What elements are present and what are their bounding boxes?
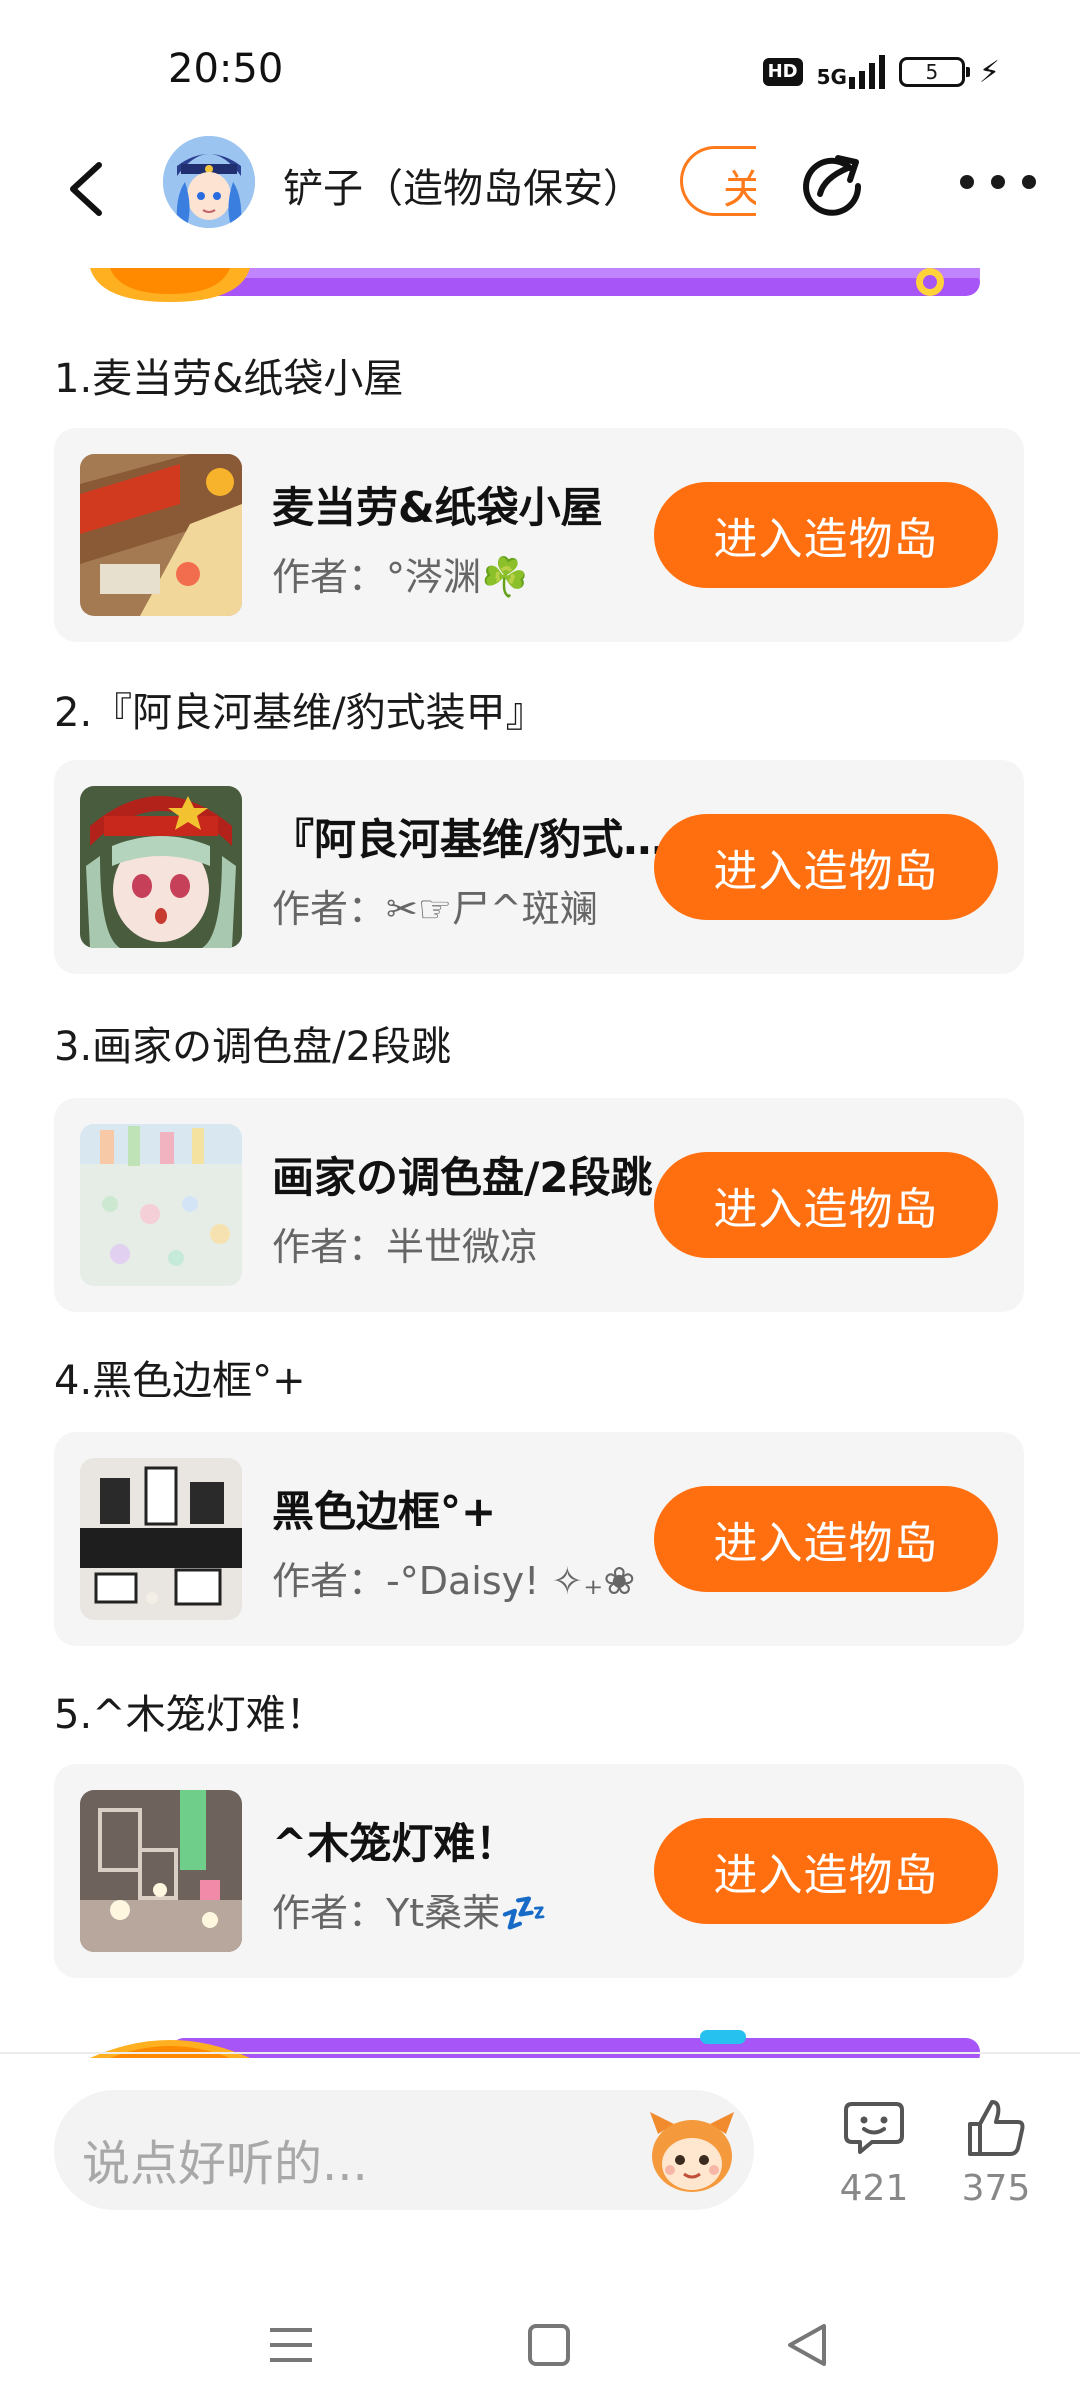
home-button[interactable] [514, 2310, 584, 2380]
banner-decoration [90, 268, 980, 302]
game-thumbnail [80, 1124, 242, 1286]
game-name: 黑色边框°+ [272, 1487, 497, 1536]
back-triangle-icon [788, 2324, 826, 2366]
comment-icon [844, 2102, 904, 2154]
back-icon [70, 162, 102, 216]
charging-icon: ⚡ [978, 54, 1000, 90]
game-thumbnail [80, 1790, 242, 1952]
game-thumbnail [80, 1458, 242, 1620]
thumbs-up-icon [968, 2100, 1025, 2156]
share-button[interactable] [798, 148, 868, 218]
section-title: 3.画家の调色盘/2段跳 [54, 1024, 452, 1070]
game-author: 作者：-°Daisy! ✧₊❀ [272, 1559, 636, 1603]
network-type: 5G [816, 65, 847, 89]
bottom-divider [0, 2052, 1080, 2054]
mascot-icon[interactable] [644, 2104, 740, 2196]
game-thumbnail [80, 454, 242, 616]
game-card[interactable]: 画家の调色盘/2段跳 作者：半世微凉 进入造物岛 [54, 1098, 1024, 1312]
game-thumbnail [80, 786, 242, 948]
home-square-icon [528, 2324, 570, 2366]
comment-placeholder: 说点好听的... [82, 2136, 368, 2192]
menu-icon [270, 2328, 312, 2362]
status-icons: HD 5G 5 ⚡ [762, 50, 1000, 94]
avatar-image [163, 136, 255, 228]
game-name: 『阿良河基维/豹式装甲』 [272, 815, 672, 864]
system-back-button[interactable] [772, 2310, 842, 2380]
enter-island-button[interactable]: 进入造物岛 [654, 482, 998, 588]
more-button[interactable] [960, 170, 1036, 194]
hd-badge: HD [762, 58, 803, 86]
back-button[interactable] [50, 154, 120, 224]
enter-island-button[interactable]: 进入造物岛 [654, 1152, 998, 1258]
follow-button[interactable]: 关 [680, 146, 756, 216]
more-icon [960, 175, 974, 189]
like-button[interactable]: 375 [946, 2096, 1046, 2216]
section-title: 5.^木笼灯难！ [54, 1692, 326, 1738]
game-card[interactable]: 麦当劳&纸袋小屋 作者：°涔渊☘️ 进入造物岛 [54, 428, 1024, 642]
page-title: 铲子（造物岛保安） [283, 166, 643, 212]
enter-island-button[interactable]: 进入造物岛 [654, 814, 998, 920]
system-navigation-bar [0, 2290, 1080, 2400]
game-name: 画家の调色盘/2段跳 [272, 1153, 653, 1202]
recent-apps-button[interactable] [256, 2310, 326, 2380]
game-card[interactable]: 黑色边框°+ 作者：-°Daisy! ✧₊❀ 进入造物岛 [54, 1432, 1024, 1646]
avatar[interactable] [163, 136, 255, 228]
section-title: 1.麦当劳&纸袋小屋 [54, 356, 404, 402]
signal-icon: 5G [817, 55, 885, 89]
enter-island-button[interactable]: 进入造物岛 [654, 1486, 998, 1592]
game-author: 作者：✂☞尸^斑斓 [272, 887, 598, 931]
game-card[interactable]: 『阿良河基维/豹式装甲』 作者：✂☞尸^斑斓 进入造物岛 [54, 760, 1024, 974]
follow-label: 关 [723, 157, 756, 213]
status-bar: 20:50 HD 5G 5 ⚡ [0, 0, 1080, 140]
section-title: 4.黑色边框°+ [54, 1358, 306, 1404]
battery-level: 5 [925, 60, 939, 84]
share-icon [803, 155, 862, 216]
game-author: 作者：半世微凉 [272, 1225, 539, 1269]
battery-icon: 5 [898, 57, 970, 87]
game-card[interactable]: ^木笼灯难！ 作者：Yt桑茉💤 进入造物岛 [54, 1764, 1024, 1978]
banner-image-top [90, 268, 980, 304]
section-title: 2.『阿良河基维/豹式装甲』 [54, 690, 546, 736]
comment-count: 421 [839, 2168, 909, 2209]
game-author: 作者：°涔渊☘️ [272, 555, 529, 599]
game-name: 麦当劳&纸袋小屋 [272, 483, 603, 532]
like-count: 375 [961, 2168, 1031, 2209]
comment-input[interactable]: 说点好听的... [54, 2090, 754, 2210]
comment-button[interactable]: 421 [824, 2096, 924, 2216]
game-author: 作者：Yt桑茉💤 [272, 1891, 548, 1935]
game-name: ^木笼灯难！ [272, 1819, 518, 1868]
enter-island-button[interactable]: 进入造物岛 [654, 1818, 998, 1924]
header-bar: 铲子（造物岛保安） 关 [0, 130, 1080, 240]
status-time: 20:50 [168, 46, 284, 92]
